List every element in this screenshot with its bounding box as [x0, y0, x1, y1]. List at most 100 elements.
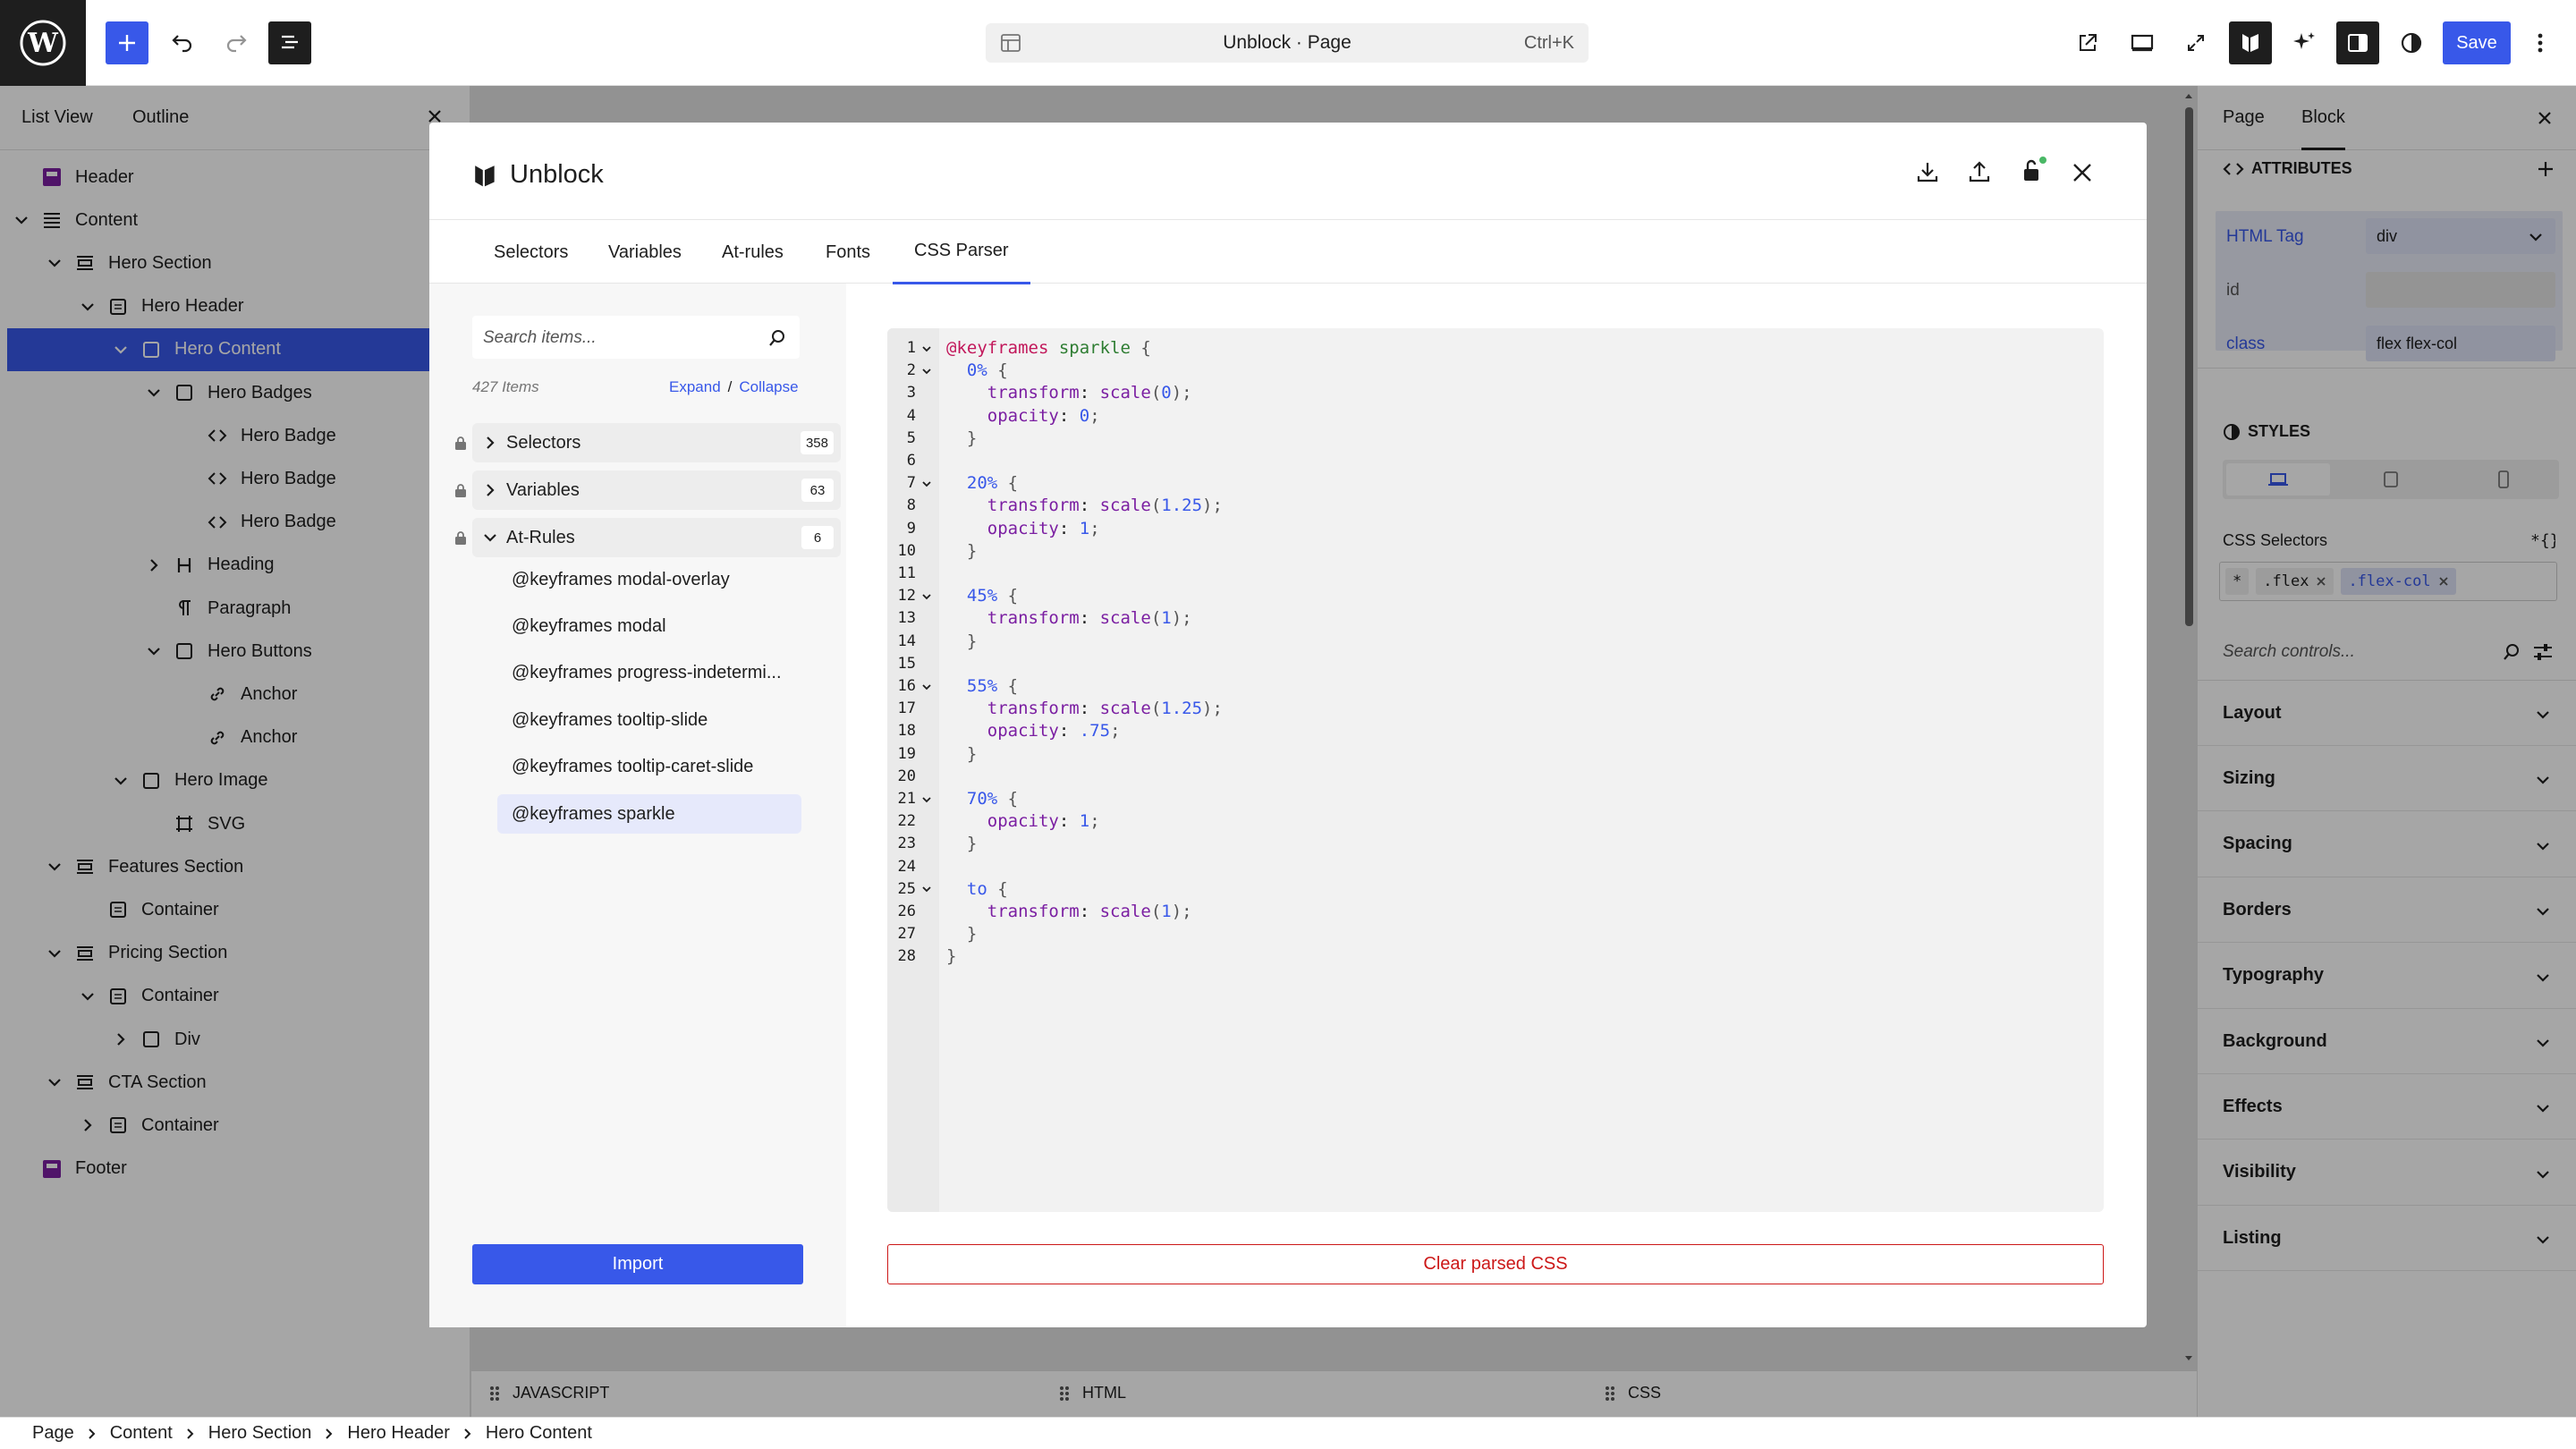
expand-icon: [2188, 35, 2204, 51]
command-palette-button[interactable]: Unblock · Page Ctrl+K: [986, 23, 1589, 63]
line-number: 13: [897, 609, 916, 628]
lock-icon[interactable]: [454, 530, 467, 545]
group-selectors[interactable]: Selectors 358: [472, 423, 841, 462]
code-token: opacity: [987, 518, 1059, 538]
code-token: );: [1202, 699, 1223, 719]
breadcrumb-item[interactable]: Page: [32, 1423, 74, 1444]
code-token: }: [966, 631, 978, 651]
wordpress-logo-button[interactable]: W: [0, 0, 86, 86]
collapse-all-link[interactable]: Collapse: [739, 378, 798, 396]
fold-toggle[interactable]: [921, 675, 934, 698]
group-variables[interactable]: Variables 63: [472, 470, 841, 510]
line-number: 7: [906, 474, 916, 493]
at-rule-item[interactable]: @keyframes sparkle: [497, 794, 801, 834]
modal-header: Unblock: [472, 160, 604, 190]
at-rule-item[interactable]: @keyframes progress-indetermi...: [497, 654, 801, 693]
breadcrumb-item[interactable]: Hero Section: [208, 1423, 312, 1444]
breadcrumb-item[interactable]: Content: [110, 1423, 173, 1444]
expand-all-link[interactable]: Expand: [669, 378, 721, 396]
tab-at-rules[interactable]: At-rules: [722, 220, 784, 284]
device-preview-button[interactable]: [2121, 21, 2164, 64]
code-token: (: [1150, 608, 1162, 629]
lock-button[interactable]: [2020, 157, 2046, 183]
code-token: 20%: [966, 473, 998, 494]
tab-css-parser[interactable]: CSS Parser: [893, 220, 1030, 284]
at-rule-item[interactable]: @keyframes tooltip-caret-slide: [497, 748, 801, 787]
at-rule-item[interactable]: @keyframes modal-overlay: [497, 560, 801, 599]
view-page-button[interactable]: [2066, 21, 2109, 64]
fold-toggle[interactable]: [921, 585, 934, 607]
code-token: opacity: [987, 405, 1059, 426]
code-token: {: [987, 878, 1008, 899]
upload-button[interactable]: [1968, 160, 1991, 183]
code-token: :: [1079, 699, 1100, 719]
fold-toggle[interactable]: [921, 360, 934, 382]
at-rule-item[interactable]: @keyframes modal: [497, 606, 801, 646]
fold-toggle[interactable]: [921, 337, 934, 360]
chevron-down-icon: [922, 369, 931, 375]
settings-sidebar-toggle[interactable]: [2336, 21, 2379, 64]
unblock-modal: Unblock Selectors Variables At-rules Fon…: [429, 123, 2147, 1327]
unblock-plugin-button[interactable]: [2229, 21, 2272, 64]
lock-icon[interactable]: [454, 436, 467, 450]
items-search-field[interactable]: Search items...: [472, 316, 800, 359]
code-token: {: [997, 586, 1019, 606]
document-overview-button[interactable]: [268, 21, 311, 64]
code-token: 1: [1079, 518, 1090, 538]
fold-toggle[interactable]: [921, 788, 934, 810]
fullscreen-button[interactable]: [2174, 21, 2217, 64]
tab-variables[interactable]: Variables: [608, 220, 682, 284]
fold-toggle[interactable]: [921, 472, 934, 495]
code-line: }: [946, 833, 977, 855]
code-token: transform: [987, 383, 1080, 403]
clear-parsed-css-button[interactable]: Clear parsed CSS: [887, 1244, 2104, 1284]
code-token: to: [966, 878, 987, 899]
save-button[interactable]: Save: [2443, 21, 2511, 64]
group-at-rules[interactable]: At-Rules 6: [472, 518, 841, 557]
ai-assistant-button[interactable]: [2283, 21, 2326, 64]
options-menu-button[interactable]: [2522, 21, 2558, 64]
line-number: 8: [906, 496, 916, 515]
css-code-editor[interactable]: 1 @keyframes sparkle {2 0% {3 transform: …: [887, 328, 2104, 1212]
line-number: 20: [897, 767, 916, 785]
add-block-button[interactable]: [106, 21, 148, 64]
code-token: scale: [1099, 699, 1151, 719]
code-token: );: [1171, 383, 1192, 403]
code-token: :: [1079, 496, 1100, 516]
code-line: opacity: .75;: [946, 720, 1121, 742]
lock-icon[interactable]: [454, 483, 467, 497]
line-number: 17: [897, 699, 916, 718]
code-token: (: [1150, 496, 1162, 516]
redo-button[interactable]: [215, 21, 258, 64]
more-vertical-icon: [2538, 33, 2543, 53]
fold-toggle[interactable]: [921, 878, 934, 901]
contrast-icon: [2401, 32, 2422, 54]
code-token: opacity: [987, 721, 1059, 741]
import-button[interactable]: Import: [472, 1244, 803, 1284]
tab-fonts[interactable]: Fonts: [826, 220, 870, 284]
breadcrumb-item[interactable]: Hero Header: [347, 1423, 450, 1444]
code-token: }: [966, 834, 978, 854]
download-button[interactable]: [1916, 160, 1939, 183]
code-token: }: [946, 946, 957, 967]
code-token: scale: [1099, 608, 1151, 629]
tab-selectors[interactable]: Selectors: [494, 220, 568, 284]
code-line: opacity: 1;: [946, 810, 1100, 833]
code-token: (: [1150, 902, 1162, 921]
code-line: 45% {: [946, 585, 1018, 607]
close-modal-button[interactable]: [2072, 162, 2093, 183]
code-token: );: [1171, 902, 1192, 921]
styles-button[interactable]: [2390, 21, 2433, 64]
chevron-down-icon: [922, 481, 931, 487]
code-token: 70%: [966, 789, 998, 809]
undo-button[interactable]: [161, 21, 204, 64]
code-line: }: [946, 631, 977, 653]
at-rule-item[interactable]: @keyframes tooltip-slide: [497, 700, 801, 740]
breadcrumb-separator-icon: [185, 1427, 196, 1441]
